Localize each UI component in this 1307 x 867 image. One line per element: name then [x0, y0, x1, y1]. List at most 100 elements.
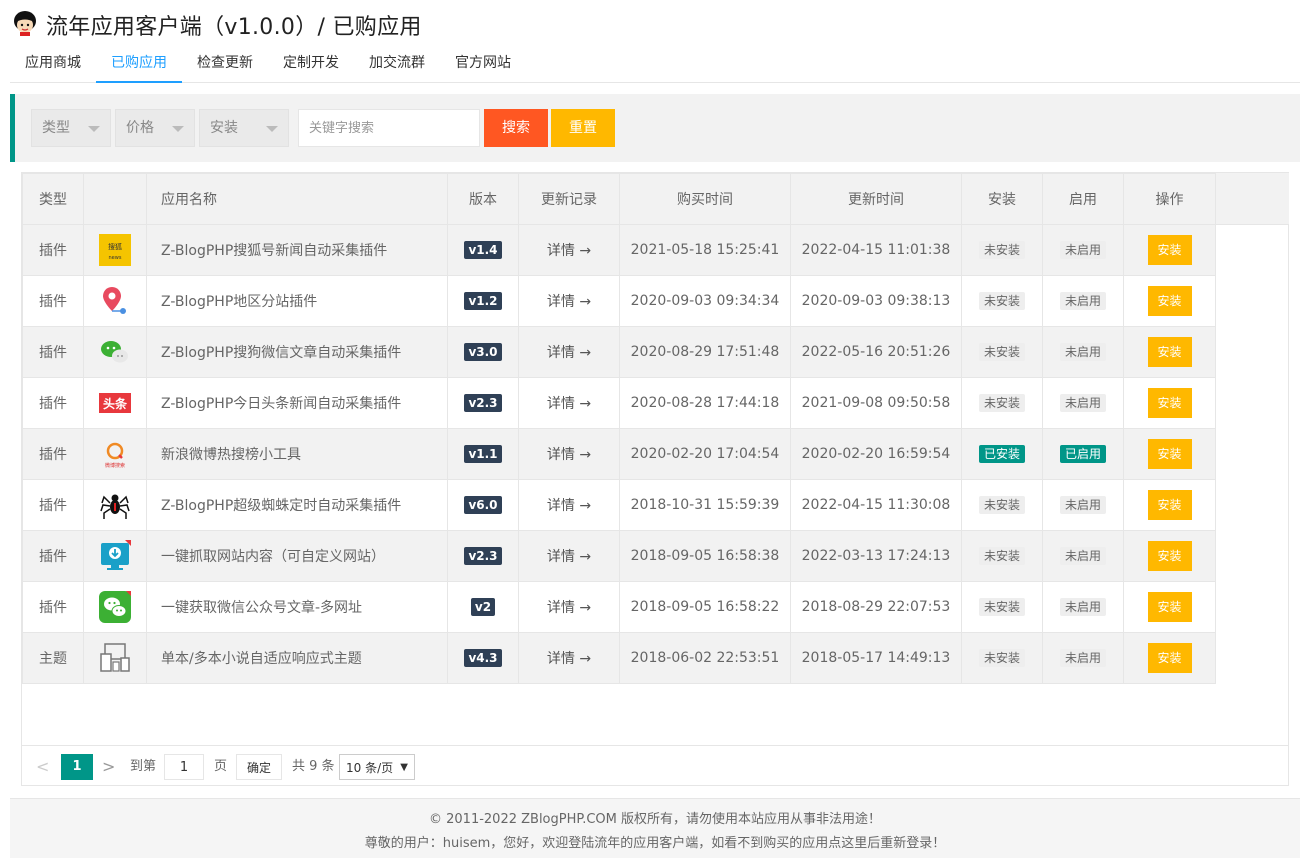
table-row: 插件 一键获取微信公众号文章-多网址 v2 详情 → 2018-09-05 16:58:… [22, 581, 1216, 633]
install-select-label: 安装 [210, 120, 238, 136]
goto-label: 到第 [130, 759, 157, 774]
row-install-cell: 已安装 [961, 428, 1043, 480]
row-changelog-cell: 详情 → [518, 377, 620, 429]
row-version-cell: v1.2 [447, 275, 519, 327]
install-button[interactable]: 安装 [1147, 388, 1192, 418]
row-update-time: 2018-05-17 14:49:13 [790, 632, 962, 684]
row-enable-cell: 未启用 [1042, 377, 1124, 429]
confirm-page-button[interactable]: 确定 [236, 754, 282, 780]
changelog-link[interactable]: 详情 → [547, 651, 591, 667]
col-header-install[interactable]: 安装 [961, 173, 1043, 225]
row-version-cell: v1.1 [447, 428, 519, 480]
install-button[interactable]: 安装 [1147, 541, 1192, 571]
row-changelog-cell: 详情 → [518, 275, 620, 327]
row-action-cell: 安装 [1123, 581, 1216, 633]
search-button[interactable]: 搜索 [484, 109, 548, 147]
row-type: 插件 [22, 377, 84, 429]
row-enable-cell: 未启用 [1042, 530, 1124, 582]
install-button[interactable]: 安装 [1147, 286, 1192, 316]
tab-app-store[interactable]: 应用商城 [10, 48, 96, 83]
version-badge: v1.1 [464, 445, 502, 463]
row-purchase-time: 2020-08-28 17:44:18 [619, 377, 791, 429]
keyword-search-input[interactable] [298, 109, 480, 147]
price-select[interactable]: 价格 [115, 109, 195, 147]
table-row: 插件 Z-BlogPHP超级蜘蛛定时自动采集插件 v6.0 详情 → 2018-10-3… [22, 479, 1216, 531]
row-enable-cell: 未启用 [1042, 479, 1124, 531]
row-action-cell: 安装 [1123, 530, 1216, 582]
col-header-enable[interactable]: 启用 [1042, 173, 1124, 225]
version-badge: v2 [470, 598, 496, 616]
tab-purchased-apps[interactable]: 已购应用 [96, 48, 182, 83]
col-header-changelog[interactable]: 更新记录 [518, 173, 620, 225]
tab-check-updates[interactable]: 检查更新 [182, 48, 268, 83]
responsive-devices-icon [99, 642, 131, 674]
col-header-version[interactable]: 版本 [447, 173, 519, 225]
row-type: 插件 [22, 326, 84, 378]
page-title: 流年应用客户端（v1.0.0）/ 已购应用 [46, 15, 422, 40]
weibo-hot-search-icon: 微博搜索 [99, 438, 131, 470]
current-page-button[interactable]: 1 [61, 754, 93, 780]
filter-bar: 类型 价格 安装 搜索 重置 [10, 94, 1300, 162]
row-purchase-time: 2020-09-03 09:34:34 [619, 275, 791, 327]
enable-status-badge: 已启用 [1059, 445, 1106, 463]
row-app-name: 一键抓取网站内容（可自定义网站） [146, 530, 448, 582]
changelog-link[interactable]: 详情 → [547, 498, 591, 514]
col-header-name[interactable]: 应用名称 [146, 173, 448, 225]
changelog-link[interactable]: 详情 → [547, 549, 591, 565]
reset-button[interactable]: 重置 [551, 109, 615, 147]
table-header-filler [1215, 173, 1289, 225]
install-button[interactable]: 安装 [1147, 439, 1192, 469]
row-changelog-cell: 详情 → [518, 581, 620, 633]
changelog-link[interactable]: 详情 → [547, 243, 591, 259]
row-icon-cell [83, 479, 147, 531]
col-header-action[interactable]: 操作 [1123, 173, 1216, 225]
changelog-link[interactable]: 详情 → [547, 396, 591, 412]
row-app-name: 单本/多本小说自适应响应式主题 [146, 632, 448, 684]
row-version-cell: v2.3 [447, 377, 519, 429]
table-row: 插件 搜狐 news Z-BlogPHP搜狐号新闻自动采集插件 v1.4 详情 → 2021… [22, 224, 1216, 276]
changelog-link[interactable]: 详情 → [547, 600, 591, 616]
row-install-cell: 未安装 [961, 224, 1043, 276]
col-header-update-time[interactable]: 更新时间 [790, 173, 962, 225]
tab-join-group[interactable]: 加交流群 [354, 48, 440, 83]
install-button[interactable]: 安装 [1147, 643, 1192, 673]
col-header-purchase-time[interactable]: 购买时间 [619, 173, 791, 225]
install-select[interactable]: 安装 [199, 109, 289, 147]
row-icon-cell: 微博搜索 [83, 428, 147, 480]
row-version-cell: v2.3 [447, 530, 519, 582]
next-page-button[interactable]: > [102, 754, 122, 780]
app-header: 流年应用客户端（v1.0.0）/ 已购应用 [0, 0, 1307, 48]
changelog-link[interactable]: 详情 → [547, 345, 591, 361]
type-select-label: 类型 [42, 120, 70, 136]
col-header-icon [83, 173, 147, 225]
row-purchase-time: 2018-09-05 16:58:22 [619, 581, 791, 633]
chevron-down-icon [172, 126, 184, 132]
install-button[interactable]: 安装 [1147, 592, 1192, 622]
tab-custom-dev[interactable]: 定制开发 [268, 48, 354, 83]
page-number-input[interactable]: 1 [164, 754, 204, 780]
page-size-select[interactable]: 10 条/页 ▼ [339, 754, 415, 780]
location-pin-icon [99, 285, 131, 317]
chevron-down-icon: ▼ [400, 762, 408, 773]
install-status-badge: 未安装 [978, 343, 1025, 361]
row-app-name: Z-BlogPHP搜狗微信文章自动采集插件 [146, 326, 448, 378]
changelog-link[interactable]: 详情 → [547, 447, 591, 463]
type-select[interactable]: 类型 [31, 109, 111, 147]
tab-official-site[interactable]: 官方网站 [440, 48, 526, 83]
wechat-icon [99, 336, 131, 368]
install-button[interactable]: 安装 [1147, 337, 1192, 367]
install-button[interactable]: 安装 [1147, 490, 1192, 520]
row-changelog-cell: 详情 → [518, 632, 620, 684]
user-greeting-link[interactable]: 尊敬的用户：huisem，您好，欢迎登陆流年的应用客户端，如看不到购买的应用点这… [10, 832, 1300, 851]
sohu-news-icon: 搜狐 news [99, 234, 131, 266]
install-button[interactable]: 安装 [1147, 235, 1192, 265]
table-row: 插件 Z-BlogPHP地区分站插件 v1.2 详情 → 2020-09-03 09:3… [22, 275, 1216, 327]
row-type: 插件 [22, 479, 84, 531]
enable-status-badge: 未启用 [1059, 496, 1106, 514]
version-badge: v4.3 [464, 649, 502, 667]
row-install-cell: 未安装 [961, 479, 1043, 531]
prev-page-button[interactable]: < [36, 754, 56, 780]
changelog-link[interactable]: 详情 → [547, 294, 591, 310]
col-header-type[interactable]: 类型 [22, 173, 84, 225]
page-size-value: 10 条/页 [346, 761, 394, 775]
